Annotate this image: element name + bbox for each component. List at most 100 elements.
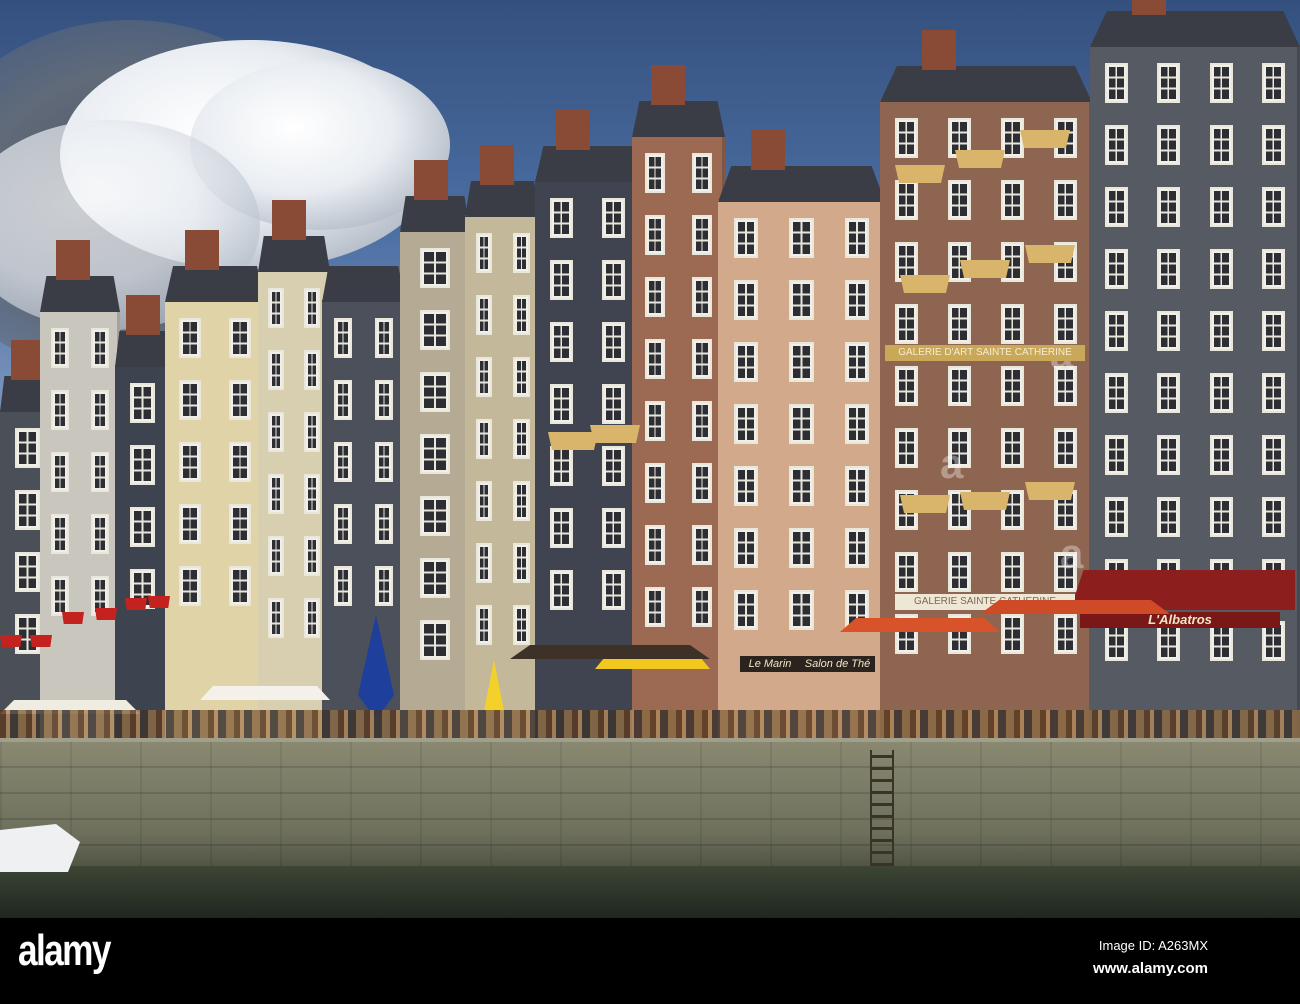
window	[375, 380, 394, 420]
window	[333, 380, 352, 420]
red-window-awning	[95, 608, 117, 620]
le-marin-sign: Le Marin	[740, 656, 800, 672]
window	[1157, 373, 1181, 413]
window	[513, 605, 530, 645]
window	[475, 543, 492, 583]
window	[91, 328, 109, 368]
roof	[322, 266, 405, 302]
window	[549, 446, 573, 486]
window	[947, 366, 972, 406]
window	[691, 339, 712, 379]
window	[549, 570, 573, 610]
roof	[1090, 11, 1300, 47]
window	[419, 310, 451, 350]
window	[333, 504, 352, 544]
window	[179, 566, 201, 606]
roof	[718, 166, 885, 202]
window	[844, 342, 870, 382]
window	[179, 380, 201, 420]
window	[179, 442, 201, 482]
window	[130, 507, 155, 547]
window	[375, 566, 394, 606]
window	[844, 218, 870, 258]
harbour-water	[0, 866, 1300, 918]
window	[789, 280, 814, 320]
window	[304, 598, 320, 638]
window	[789, 404, 814, 444]
window	[789, 528, 814, 568]
window	[1053, 428, 1078, 468]
window	[789, 590, 814, 630]
window-awning	[895, 165, 945, 183]
window	[733, 528, 759, 568]
window	[733, 590, 759, 630]
window	[1262, 125, 1286, 165]
window	[1262, 187, 1286, 227]
window	[1157, 311, 1181, 351]
window	[602, 570, 626, 610]
window	[894, 428, 919, 468]
window-awning	[900, 495, 950, 513]
window	[1000, 428, 1025, 468]
window	[268, 350, 284, 390]
window	[1209, 249, 1233, 289]
window	[733, 218, 759, 258]
window	[229, 566, 251, 606]
window	[1262, 63, 1286, 103]
watermark-mark: a	[940, 440, 964, 487]
window	[51, 328, 69, 368]
roof	[165, 266, 265, 302]
red-window-awning	[125, 598, 147, 610]
window-awning	[1025, 482, 1075, 500]
window	[1157, 125, 1181, 165]
window	[602, 260, 626, 300]
window	[645, 525, 666, 565]
window	[1104, 249, 1128, 289]
window	[549, 322, 573, 362]
salon-de-the-sign: Salon de Thé	[800, 656, 875, 672]
window	[1000, 366, 1025, 406]
window	[1209, 187, 1233, 227]
window	[304, 474, 320, 514]
window	[419, 496, 451, 536]
alamy-logo: alamy	[18, 926, 111, 975]
window	[894, 304, 919, 344]
window	[691, 525, 712, 565]
window	[91, 390, 109, 430]
window	[602, 322, 626, 362]
window	[375, 504, 394, 544]
alamy-url: www.alamy.com	[1092, 960, 1208, 977]
window	[1209, 63, 1233, 103]
window	[475, 357, 492, 397]
window	[789, 218, 814, 258]
window	[894, 118, 919, 158]
window	[947, 552, 972, 592]
window	[645, 463, 666, 503]
chimney	[56, 240, 90, 280]
window	[602, 384, 626, 424]
red-window-awning	[148, 596, 170, 608]
photo-stage: L'Albatros Le Marin Salon de Thé GALERIE…	[0, 0, 1300, 1004]
window-awning	[590, 425, 640, 443]
window-awning	[960, 260, 1010, 278]
window	[91, 452, 109, 492]
window	[333, 442, 352, 482]
chimney	[650, 65, 685, 105]
window	[645, 277, 666, 317]
window	[1104, 187, 1128, 227]
window	[229, 442, 251, 482]
stone-quay-wall	[0, 742, 1300, 872]
window	[602, 198, 626, 238]
image-id: Image ID: A263MX	[1098, 938, 1208, 953]
window	[733, 280, 759, 320]
window	[130, 383, 155, 423]
window	[549, 260, 573, 300]
window	[733, 466, 759, 506]
window	[645, 215, 666, 255]
window	[894, 180, 919, 220]
window	[733, 404, 759, 444]
window	[1157, 435, 1181, 475]
window	[1157, 187, 1181, 227]
window-awning	[900, 275, 950, 293]
window	[375, 318, 394, 358]
